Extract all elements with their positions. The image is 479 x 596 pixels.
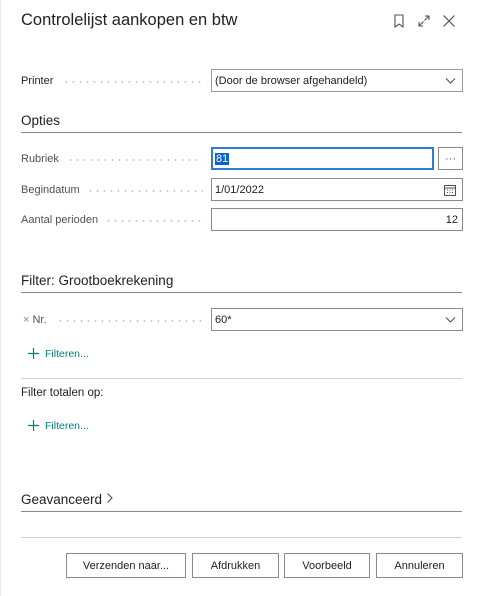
options-divider <box>21 132 462 133</box>
cancel-button[interactable]: Annuleren <box>376 553 463 578</box>
rubriek-input[interactable]: 81 <box>211 147 434 170</box>
remove-filter-icon[interactable]: × <box>23 314 29 326</box>
begindatum-input[interactable]: 1/01/2022 <box>211 178 463 201</box>
nr-filter-label: × Nr. <box>23 314 47 326</box>
printer-select[interactable]: (Door de browser afgehandeld) <box>211 69 463 92</box>
nr-filter-value: 60* <box>215 313 232 326</box>
nr-label: Nr. <box>32 314 47 326</box>
begindatum-leader-dots <box>87 190 203 192</box>
report-request-dialog: Controlelijst aankopen en btw Printer (D… <box>0 0 479 596</box>
aantal-perioden-label: Aantal perioden <box>21 214 99 226</box>
printer-label: Printer <box>21 75 54 87</box>
begindatum-label: Begindatum <box>21 184 80 196</box>
nr-filter-select[interactable]: 60* <box>211 308 463 331</box>
send-to-button[interactable]: Verzenden naar... <box>66 553 186 578</box>
chevron-down-icon <box>445 314 456 328</box>
cancel-label: Annuleren <box>394 559 445 572</box>
rubriek-value: 81 <box>215 152 230 165</box>
filter-totals-divider <box>21 378 462 379</box>
chevron-down-icon <box>445 75 456 89</box>
chevron-right-icon <box>106 492 114 507</box>
filter-heading: Filter: Grootboekrekening <box>21 273 174 288</box>
close-icon[interactable] <box>440 12 458 30</box>
options-heading: Opties <box>21 113 61 128</box>
print-label: Afdrukken <box>210 559 261 572</box>
filter-divider <box>21 292 462 293</box>
rubriek-leader-dots <box>67 159 203 161</box>
aantal-perioden-value: 12 <box>445 213 458 226</box>
add-filter-link[interactable]: Filteren... <box>28 348 89 360</box>
bookmark-icon[interactable] <box>390 12 408 30</box>
printer-leader-dots <box>63 81 203 83</box>
send-to-label: Verzenden naar... <box>82 559 170 572</box>
rubriek-lookup-button[interactable]: ··· <box>438 147 463 170</box>
advanced-heading: Geavanceerd <box>21 492 103 507</box>
add-totals-filter-link[interactable]: Filteren... <box>28 420 89 432</box>
nr-leader-dots <box>57 320 203 322</box>
plus-icon <box>28 420 39 432</box>
add-filter-label: Filteren... <box>45 348 89 360</box>
aantal-perioden-input[interactable]: 12 <box>211 208 463 231</box>
dialog-title: Controlelijst aankopen en btw <box>21 11 238 29</box>
filter-totals-label: Filter totalen op: <box>21 387 104 399</box>
aantal-perioden-leader-dots <box>105 220 203 222</box>
add-totals-filter-label: Filteren... <box>45 420 89 432</box>
footer-divider <box>21 537 462 538</box>
expand-icon[interactable] <box>415 12 433 30</box>
begindatum-value: 1/01/2022 <box>215 183 264 196</box>
printer-select-value: (Door de browser afgehandeld) <box>215 74 368 87</box>
plus-icon <box>28 348 39 360</box>
ellipsis-icon: ··· <box>445 152 456 165</box>
print-button[interactable]: Afdrukken <box>192 553 279 578</box>
advanced-divider <box>21 511 462 512</box>
preview-button[interactable]: Voorbeeld <box>284 553 370 578</box>
rubriek-label: Rubriek <box>21 153 59 165</box>
calendar-icon[interactable] <box>444 184 456 199</box>
preview-label: Voorbeeld <box>302 559 352 572</box>
advanced-toggle[interactable]: Geavanceerd <box>21 492 114 507</box>
